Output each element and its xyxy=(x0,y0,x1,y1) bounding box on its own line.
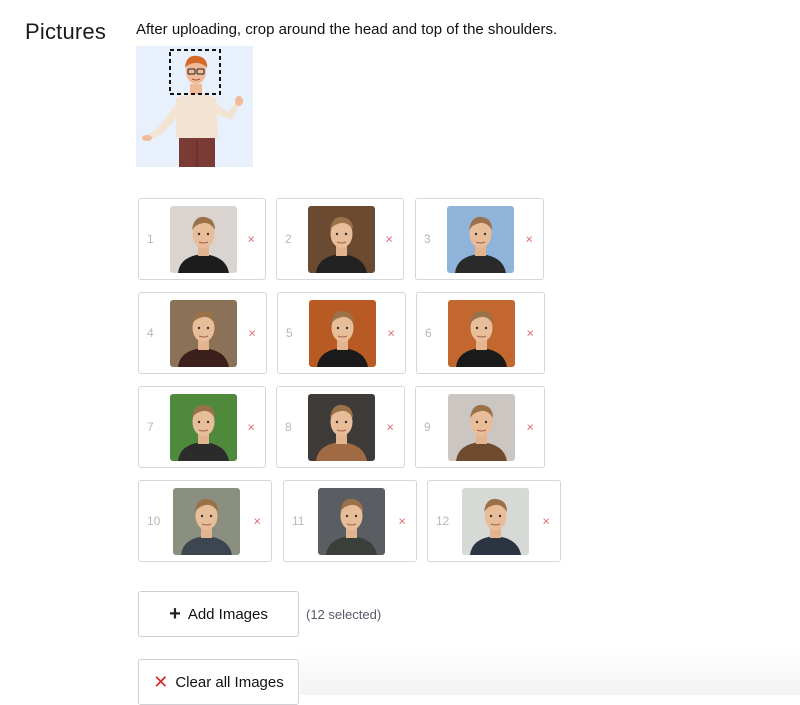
slot-number: 10 xyxy=(147,514,161,528)
remove-image-icon[interactable]: × xyxy=(525,233,533,246)
image-slot: 10 × xyxy=(138,480,272,562)
remove-image-icon[interactable]: × xyxy=(398,515,406,528)
remove-image-icon[interactable]: × xyxy=(542,515,550,528)
slot-number: 5 xyxy=(286,326,293,340)
slot-number: 11 xyxy=(292,514,305,528)
remove-image-icon[interactable]: × xyxy=(247,421,255,434)
plus-icon: + xyxy=(169,603,181,625)
slot-number: 1 xyxy=(147,232,154,246)
image-slot: 9 × xyxy=(415,386,545,468)
close-icon: ✕ xyxy=(153,672,169,692)
photo-thumbnail[interactable] xyxy=(318,488,385,555)
image-slot: 6 × xyxy=(416,292,545,374)
slot-number: 9 xyxy=(424,420,431,434)
remove-image-icon[interactable]: × xyxy=(387,327,395,340)
image-slot: 7 × xyxy=(138,386,266,468)
remove-image-icon[interactable]: × xyxy=(248,327,256,340)
photo-thumbnail[interactable] xyxy=(462,488,529,555)
photo-thumbnail[interactable] xyxy=(308,206,375,273)
image-grid: 1 × 2 × 3 × 4 × 5 × 6 × 7 × 8 × 9 × 10 × 11 × 12 × xyxy=(0,0,800,695)
photo-thumbnail[interactable] xyxy=(447,206,514,273)
remove-image-icon[interactable]: × xyxy=(386,421,394,434)
slot-number: 12 xyxy=(436,514,450,528)
photo-thumbnail[interactable] xyxy=(170,300,237,367)
slot-number: 6 xyxy=(425,326,432,340)
photo-thumbnail[interactable] xyxy=(308,394,375,461)
photo-thumbnail[interactable] xyxy=(170,206,237,273)
image-slot: 4 × xyxy=(138,292,267,374)
photo-thumbnail[interactable] xyxy=(309,300,376,367)
image-slot: 3 × xyxy=(415,198,544,280)
selected-count: (12 selected) xyxy=(306,607,382,622)
slot-number: 3 xyxy=(424,232,431,246)
remove-image-icon[interactable]: × xyxy=(526,327,534,340)
image-slot: 11 × xyxy=(283,480,417,562)
add-images-label: Add Images xyxy=(187,605,268,623)
remove-image-icon[interactable]: × xyxy=(385,233,393,246)
add-images-button[interactable]: + Add Images xyxy=(138,591,299,637)
remove-image-icon[interactable]: × xyxy=(247,233,255,246)
slot-number: 7 xyxy=(147,420,154,434)
remove-image-icon[interactable]: × xyxy=(526,421,534,434)
image-slot: 8 × xyxy=(276,386,405,468)
slot-number: 8 xyxy=(285,420,292,434)
image-slot: 12 × xyxy=(427,480,561,562)
image-slot: 5 × xyxy=(277,292,406,374)
photo-thumbnail[interactable] xyxy=(173,488,240,555)
slot-number: 2 xyxy=(285,232,292,246)
image-slot: 2 × xyxy=(276,198,404,280)
remove-image-icon[interactable]: × xyxy=(253,515,261,528)
clear-all-images-button[interactable]: ✕ Clear all Images xyxy=(138,659,299,705)
image-slot: 1 × xyxy=(138,198,266,280)
photo-thumbnail[interactable] xyxy=(170,394,237,461)
clear-all-images-label: Clear all Images xyxy=(175,673,284,691)
photo-thumbnail[interactable] xyxy=(448,394,515,461)
photo-thumbnail[interactable] xyxy=(448,300,515,367)
slot-number: 4 xyxy=(147,326,154,340)
